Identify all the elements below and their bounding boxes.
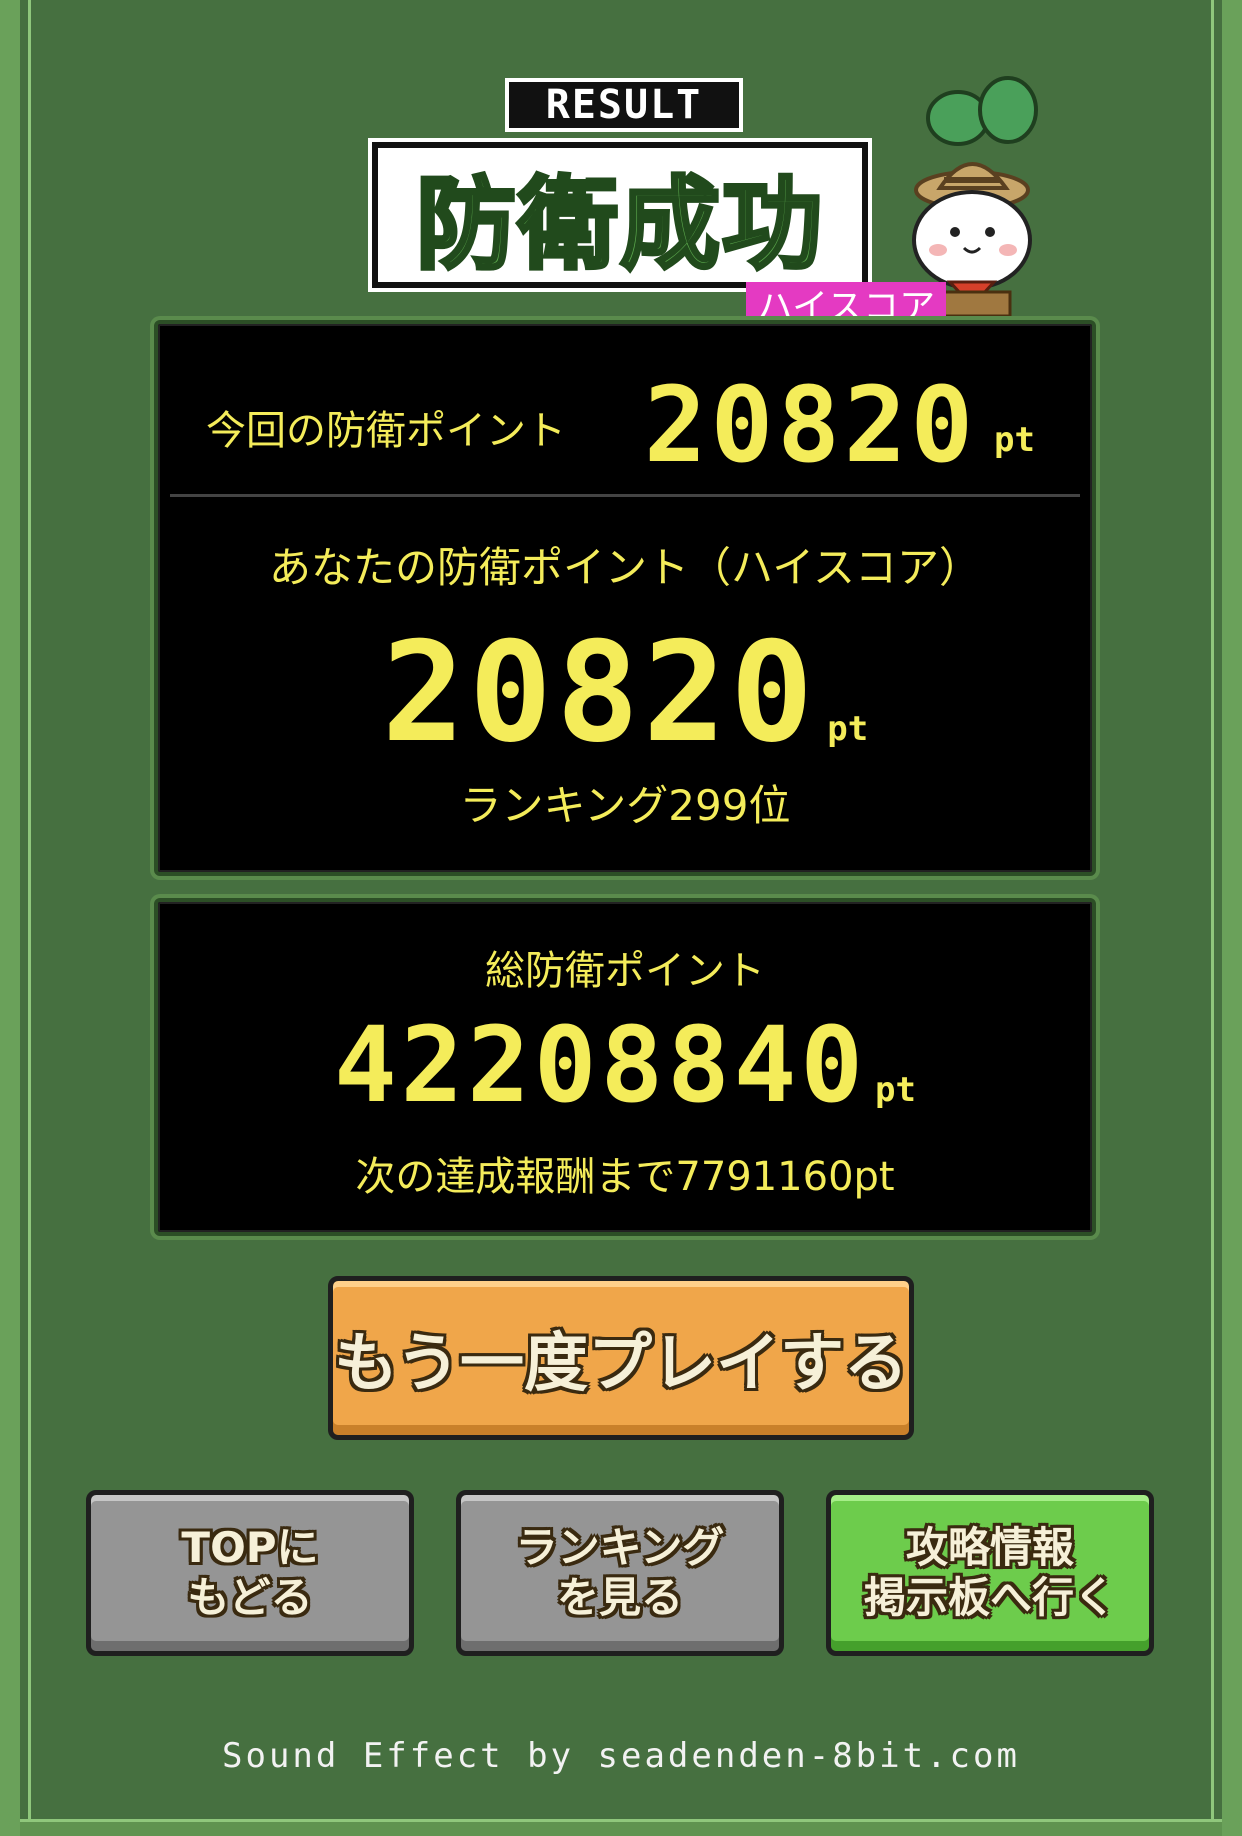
- ranking-button[interactable]: ランキング を見る: [456, 1490, 784, 1656]
- replay-button[interactable]: もう一度プレイする: [328, 1276, 914, 1440]
- result-label: RESULT: [505, 78, 743, 132]
- current-score-unit: pt: [994, 420, 1035, 460]
- replay-button-label: もう一度プレイする: [333, 1327, 909, 1401]
- board-button[interactable]: 攻略情報 掲示板へ行く: [826, 1490, 1154, 1656]
- total-unit: pt: [874, 1070, 916, 1110]
- current-score-label: 今回の防衛ポイント: [206, 408, 566, 454]
- total-label: 総防衛ポイント: [485, 948, 765, 994]
- score-panel: 今回の防衛ポイント 20820 pt あなたの防衛ポイント（ハイスコア） 208…: [154, 320, 1096, 876]
- top-button[interactable]: TOPに もどる: [86, 1490, 414, 1656]
- ranking-button-label: ランキング を見る: [515, 1523, 725, 1622]
- total-value: 42208840: [334, 1004, 867, 1126]
- board-button-label: 攻略情報 掲示板へ行く: [863, 1523, 1116, 1622]
- current-score-row: 今回の防衛ポイント 20820 pt: [158, 364, 1092, 486]
- highscore-unit: pt: [827, 709, 869, 749]
- top-button-label: TOPに もどる: [181, 1523, 319, 1622]
- highscore-row: 20820 pt: [158, 612, 1092, 773]
- next-reward-text: 次の達成報酬まで7791160pt: [355, 1154, 895, 1200]
- highscore-label: あなたの防衛ポイント（ハイスコア）: [269, 543, 981, 592]
- highscore-value: 20820: [381, 612, 818, 773]
- total-panel: 総防衛ポイント 42208840 pt 次の達成報酬まで7791160pt: [154, 898, 1096, 1236]
- footer-credit: Sound Effect by seadenden-8bit.com: [222, 1736, 1020, 1776]
- title-box: 防衛成功: [372, 142, 868, 288]
- total-row: 42208840 pt: [158, 1004, 1092, 1126]
- current-score-value: 20820: [644, 364, 978, 486]
- divider: [170, 494, 1080, 497]
- ranking-text: ランキング299位: [459, 781, 791, 830]
- result-title: 防衛成功: [414, 164, 824, 285]
